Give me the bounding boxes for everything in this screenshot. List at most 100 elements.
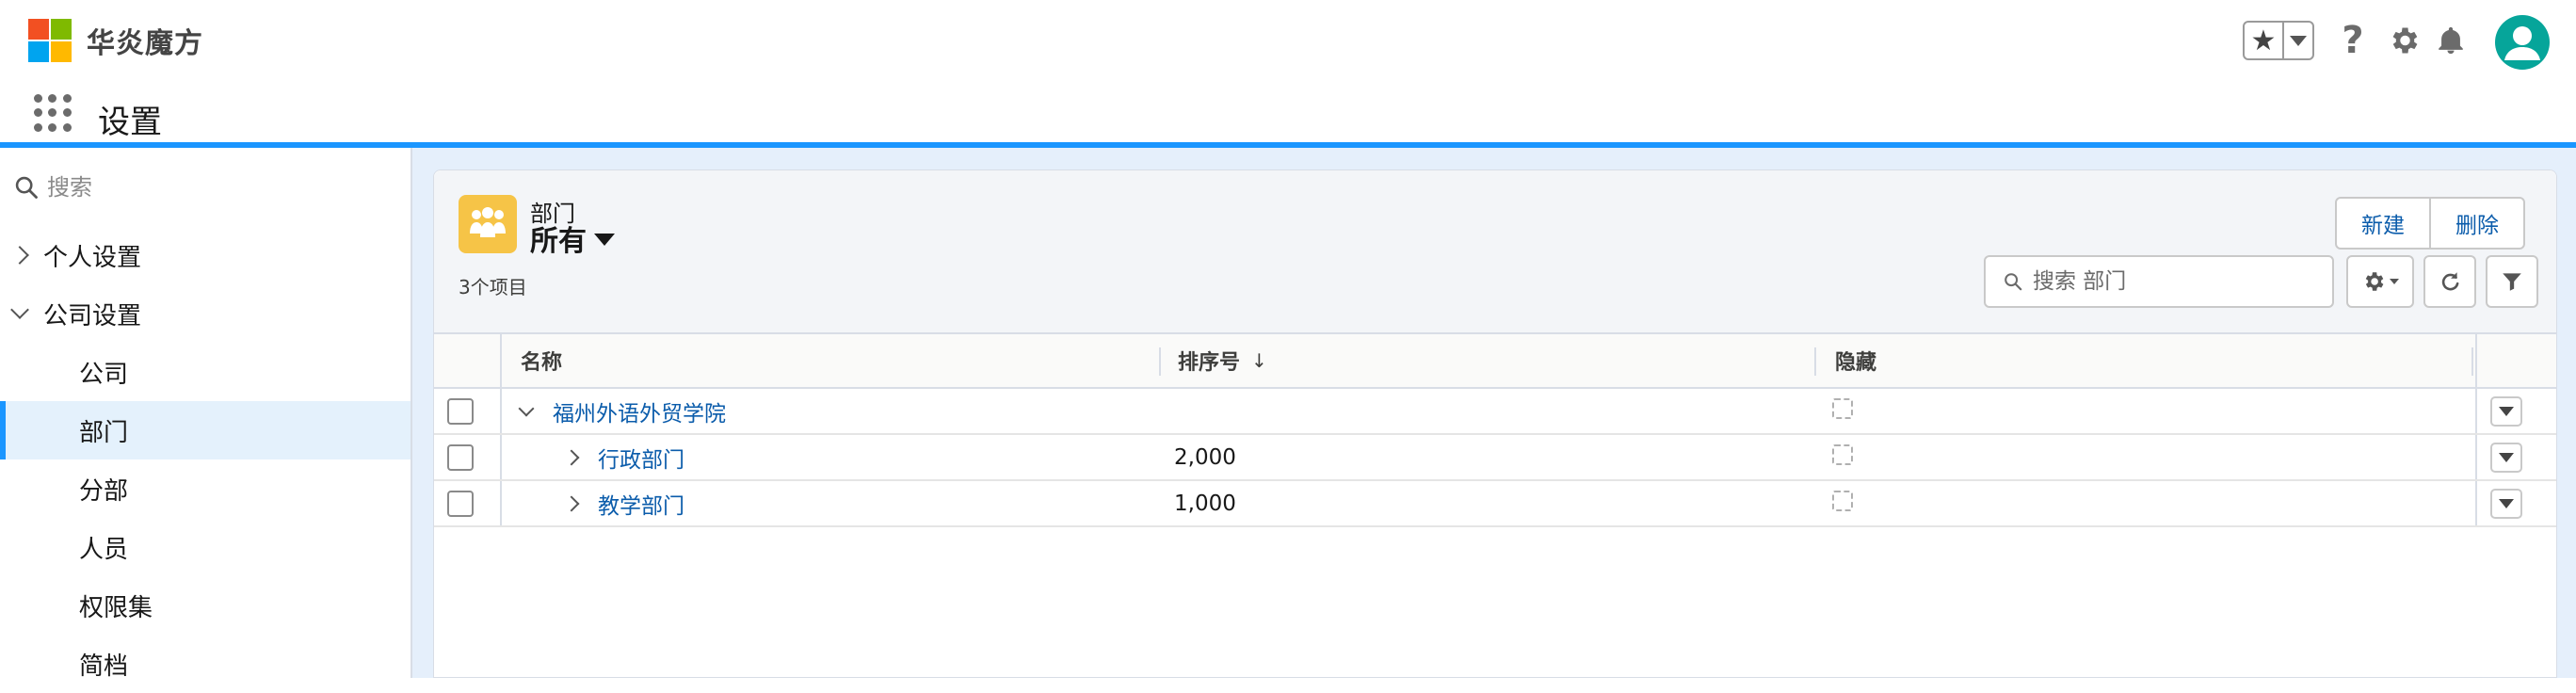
- hidden-checkbox: [1832, 444, 1853, 465]
- chevron-right-icon[interactable]: [563, 495, 580, 511]
- row-action-menu-button[interactable]: [2490, 395, 2522, 427]
- favorites-group: ★: [2243, 21, 2314, 60]
- chevron-down-icon[interactable]: [518, 400, 535, 416]
- star-icon[interactable]: ★: [2245, 23, 2284, 58]
- sidebar-search: [13, 169, 386, 206]
- gear-icon: [2365, 272, 2384, 291]
- bell-icon[interactable]: [2431, 21, 2471, 60]
- hidden-cell: [1832, 481, 1853, 525]
- name-cell: 教学部门: [563, 481, 684, 525]
- app-logo[interactable]: 华炎魔方: [28, 19, 203, 62]
- column-resize-handle[interactable]: [1159, 347, 1161, 376]
- column-resize-handle[interactable]: [2471, 347, 2473, 376]
- hidden-cell: [1832, 389, 1853, 433]
- column-divider: [500, 334, 502, 387]
- column-divider: [500, 481, 502, 525]
- chevron-down-icon: [2499, 406, 2514, 416]
- sidebar-item-label: 权限集: [79, 593, 153, 622]
- record-link[interactable]: 福州外语外贸学院: [553, 395, 726, 427]
- global-header: 华炎魔方 ★ ? 设置: [0, 0, 2576, 148]
- list-view-name: 所有: [530, 225, 587, 258]
- list-search-box: [1984, 255, 2334, 308]
- brand-name: 华炎魔方: [87, 27, 203, 60]
- column-label: 隐藏: [1835, 351, 1877, 375]
- row-checkbox[interactable]: [447, 443, 474, 471]
- hidden-checkbox: [1832, 398, 1853, 419]
- help-icon[interactable]: ?: [2333, 19, 2373, 62]
- sidebar-section-company-settings[interactable]: 公司设置: [0, 284, 411, 343]
- column-header-name[interactable]: 名称: [521, 334, 562, 387]
- row-checkbox-cell: [447, 435, 474, 479]
- sidebar-item-permission-sets[interactable]: 权限集: [0, 576, 411, 635]
- sidebar-item-label: 部门: [79, 418, 129, 447]
- column-divider: [500, 435, 502, 479]
- sidebar-item-divisions[interactable]: 分部: [0, 459, 411, 518]
- sidebar-item-label: 简档: [79, 652, 129, 681]
- table-row: 行政部门 2,000: [434, 435, 2556, 481]
- sidebar-search-input[interactable]: [47, 174, 386, 201]
- sidebar-section-label: 个人设置: [43, 243, 142, 272]
- column-header-hidden[interactable]: 隐藏: [1835, 334, 1876, 387]
- logo-icon: [28, 19, 72, 62]
- list-view-card: 部门 所有 3个项目 新建 删除 名称 排序号 ↓: [433, 169, 2557, 678]
- sidebar-item-label: 分部: [79, 476, 129, 506]
- list-search-input[interactable]: [2033, 269, 2315, 294]
- sort-no-cell: 1,000: [1174, 491, 1236, 516]
- avatar[interactable]: [2495, 15, 2550, 70]
- column-divider: [500, 389, 502, 433]
- hidden-cell: [1832, 435, 1853, 479]
- favorites-menu-button[interactable]: [2284, 23, 2312, 58]
- column-divider: [2475, 435, 2477, 479]
- column-header-sort-no[interactable]: 排序号 ↓: [1178, 334, 1267, 387]
- search-icon: [2004, 273, 2022, 291]
- table-header: 名称 排序号 ↓ 隐藏: [434, 334, 2556, 389]
- chevron-down-icon: [10, 300, 29, 319]
- hidden-checkbox: [1832, 491, 1853, 511]
- delete-button[interactable]: 删除: [2429, 199, 2523, 248]
- app-launcher-icon[interactable]: [34, 94, 72, 132]
- refresh-button[interactable]: [2423, 255, 2476, 308]
- gear-icon[interactable]: [2384, 21, 2423, 60]
- sort-arrow-icon: ↓: [1251, 349, 1267, 372]
- sidebar-item-label: 公司: [79, 360, 129, 389]
- sidebar-item-label: 人员: [79, 535, 129, 564]
- item-count: 3个项目: [459, 276, 527, 298]
- new-button[interactable]: 新建: [2337, 199, 2429, 248]
- table-row: 教学部门 1,000: [434, 481, 2556, 527]
- filter-button[interactable]: [2486, 255, 2538, 308]
- search-icon: [15, 176, 38, 199]
- list-settings-button[interactable]: [2346, 255, 2414, 308]
- action-button-group: 新建 删除: [2335, 197, 2525, 250]
- sidebar-item-company[interactable]: 公司: [0, 343, 411, 401]
- refresh-icon: [2441, 272, 2459, 291]
- chevron-down-icon: [2390, 279, 2399, 284]
- name-cell: 福州外语外贸学院: [518, 389, 726, 433]
- chevron-right-icon: [10, 246, 29, 265]
- row-action-menu-button[interactable]: [2490, 442, 2522, 473]
- column-label: 排序号: [1178, 351, 1241, 375]
- sort-no-cell: 2,000: [1174, 444, 1236, 470]
- row-checkbox[interactable]: [447, 490, 474, 517]
- chevron-right-icon[interactable]: [563, 449, 580, 465]
- caret-down-icon: [594, 233, 615, 246]
- column-resize-handle[interactable]: [1814, 347, 1816, 376]
- list-view-switcher[interactable]: 所有: [530, 218, 615, 259]
- chevron-down-icon: [2499, 452, 2514, 462]
- column-divider: [2475, 389, 2477, 433]
- sidebar-item-profiles[interactable]: 简档: [0, 635, 411, 693]
- chevron-down-icon: [2290, 35, 2307, 46]
- sidebar-section-label: 公司设置: [43, 301, 142, 330]
- sidebar-item-users[interactable]: 人员: [0, 518, 411, 576]
- chevron-down-icon: [2499, 498, 2514, 508]
- row-checkbox[interactable]: [447, 397, 474, 425]
- name-cell: 行政部门: [563, 435, 684, 479]
- row-checkbox-cell: [447, 389, 474, 433]
- row-actions-cell: [2490, 435, 2522, 479]
- filter-icon: [2503, 273, 2521, 291]
- sidebar-section-personal-settings[interactable]: 个人设置: [0, 226, 411, 284]
- row-action-menu-button[interactable]: [2490, 488, 2522, 519]
- row-actions-cell: [2490, 481, 2522, 525]
- record-link[interactable]: 教学部门: [598, 488, 684, 520]
- record-link[interactable]: 行政部门: [598, 442, 684, 474]
- sidebar-item-departments[interactable]: 部门: [0, 401, 411, 459]
